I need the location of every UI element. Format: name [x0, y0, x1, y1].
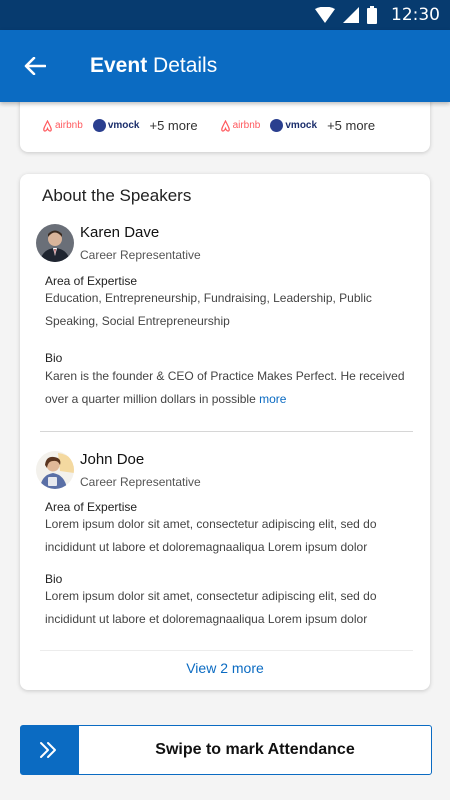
swipe-handle[interactable] — [21, 726, 79, 774]
speaker-role: Career Representative — [80, 248, 201, 262]
expertise-label: Area of Expertise — [45, 274, 138, 288]
company-name: vmock — [285, 120, 318, 131]
app-bar: Event Details — [0, 30, 450, 102]
speaker-role: Career Representative — [80, 475, 201, 489]
expertise-label: Area of Expertise — [45, 500, 138, 514]
bio-line: incididunt ut labore et doloremagnaaliqu… — [45, 612, 368, 626]
airbnb-icon — [43, 119, 52, 132]
expertise-line: Speaking, Social Entrepreneurship — [45, 314, 230, 328]
expertise-text: Lorem ipsum dolor sit amet, consectetur … — [45, 513, 420, 559]
bio-text: Lorem ipsum dolor sit amet, consectetur … — [45, 585, 420, 631]
speakers-card: About the Speakers Karen Dave Career Rep… — [20, 174, 430, 690]
wifi-icon — [315, 7, 335, 23]
expertise-line: incididunt ut labore et doloremagnaaliqu… — [45, 540, 368, 554]
airbnb-icon — [220, 119, 230, 132]
company-name: vmock — [107, 120, 140, 131]
more-companies-count: +5 more — [327, 118, 376, 133]
bio-label: Bio — [45, 572, 63, 586]
vmock-icon — [270, 119, 284, 132]
page-title-rest: Details — [153, 54, 218, 77]
view-more-speakers-link[interactable]: View 2 more — [20, 660, 430, 676]
bio-line: Lorem ipsum dolor sit amet, consectetur … — [45, 589, 377, 603]
speaker-name: Karen Dave — [80, 224, 160, 241]
arrow-left-icon — [24, 57, 46, 75]
bio-more-link[interactable]: more — [259, 392, 286, 406]
page-title-bold: Event — [90, 54, 148, 77]
bio-line: Karen is the founder & CEO of Practice M… — [45, 369, 405, 383]
avatar — [36, 224, 74, 262]
avatar — [36, 451, 74, 489]
vmock-icon — [92, 119, 106, 132]
speaker-item: Karen Dave Career Representative Area of… — [36, 224, 416, 414]
more-companies-count: +5 more — [149, 118, 198, 133]
speaker-item: John Doe Career Representative Area of E… — [36, 451, 416, 641]
battery-icon — [367, 6, 377, 24]
divider — [40, 431, 413, 432]
expertise-line: Lorem ipsum dolor sit amet, consectetur … — [45, 517, 377, 531]
bio-line-with-more: over a quarter million dollars in possib… — [45, 388, 420, 411]
status-bar: 12:30 — [0, 0, 450, 30]
company-logos-row: airbnb vmock +5 more airbnb vmock +5 mor… — [42, 118, 387, 133]
vmock-logo: vmock — [92, 119, 140, 132]
divider — [40, 650, 413, 651]
expertise-text: Education, Entrepreneurship, Fundraising… — [45, 287, 420, 333]
section-title: About the Speakers — [42, 186, 192, 205]
page-title: Event Details — [90, 54, 217, 78]
double-chevron-right-icon — [40, 742, 56, 758]
signal-icon — [343, 7, 359, 23]
company-name: airbnb — [55, 120, 83, 131]
airbnb-logo: airbnb — [42, 119, 83, 132]
clock: 12:30 — [391, 5, 440, 25]
expertise-line: Education, Entrepreneurship, Fundraising… — [45, 291, 372, 305]
company-name: airbnb — [232, 120, 261, 131]
speaker-name: John Doe — [80, 451, 145, 468]
back-button[interactable] — [0, 30, 70, 102]
airbnb-logo: airbnb — [220, 119, 261, 132]
vmock-logo: vmock — [270, 119, 317, 132]
swipe-label: Swipe to mark Attendance — [155, 741, 355, 758]
bio-text: Karen is the founder & CEO of Practice M… — [45, 365, 420, 411]
swipe-attendance-slider[interactable]: Swipe to mark Attendance — [20, 725, 432, 775]
bio-line: over a quarter million dollars in possib… — [45, 392, 256, 406]
bio-label: Bio — [45, 351, 63, 365]
